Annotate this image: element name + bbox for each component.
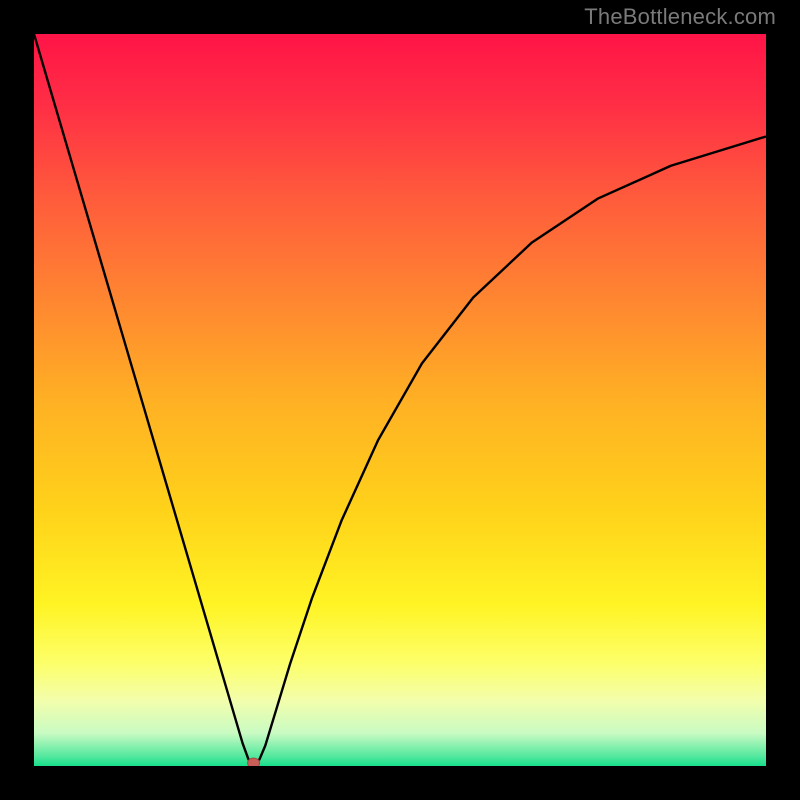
- plot-area: [34, 34, 766, 766]
- chart-frame: TheBottleneck.com: [0, 0, 800, 800]
- watermark-text: TheBottleneck.com: [584, 4, 776, 30]
- bottleneck-chart: [34, 34, 766, 766]
- optimal-point-marker: [248, 758, 260, 766]
